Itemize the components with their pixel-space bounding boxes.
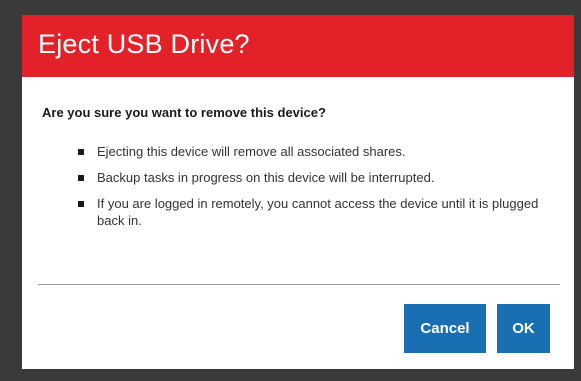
footer-divider xyxy=(38,284,560,285)
warning-item-remote-access: If you are logged in remotely, you canno… xyxy=(76,195,546,229)
bullet-square-icon xyxy=(78,175,84,181)
warning-item-shares: Ejecting this device will remove all ass… xyxy=(76,143,546,160)
bullet-square-icon xyxy=(78,149,84,155)
warning-item-backup: Backup tasks in progress on this device … xyxy=(76,169,546,186)
bullet-square-icon xyxy=(78,201,84,207)
confirmation-question: Are you sure you want to remove this dev… xyxy=(42,105,326,120)
warning-text: Ejecting this device will remove all ass… xyxy=(97,144,406,159)
warning-text: If you are logged in remotely, you canno… xyxy=(97,196,539,228)
eject-usb-dialog: Eject USB Drive? Are you sure you want t… xyxy=(22,15,574,369)
warning-list: Ejecting this device will remove all ass… xyxy=(76,143,546,238)
ok-button[interactable]: OK xyxy=(497,304,550,353)
dialog-header: Eject USB Drive? xyxy=(22,15,574,77)
dialog-title: Eject USB Drive? xyxy=(38,29,250,59)
cancel-button[interactable]: Cancel xyxy=(404,304,486,353)
warning-text: Backup tasks in progress on this device … xyxy=(97,170,435,185)
